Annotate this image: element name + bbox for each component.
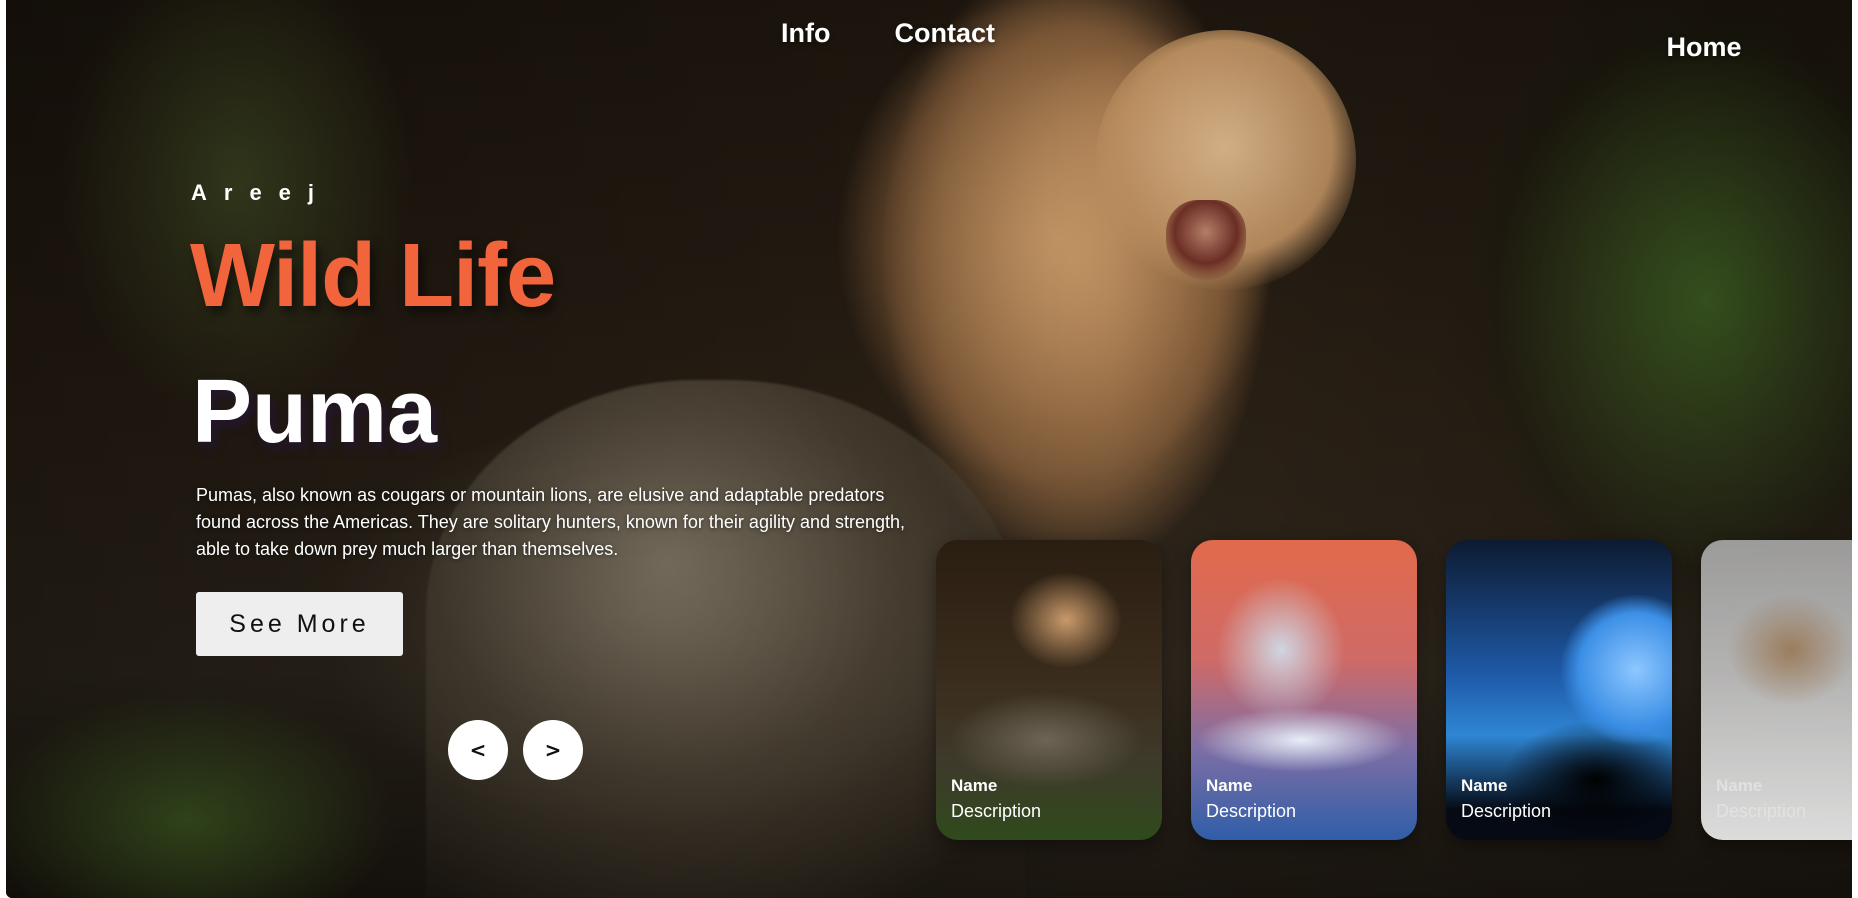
hero-title: Wild Life [190, 226, 556, 326]
hero-topic: Puma [192, 362, 438, 462]
card-name: Name [1461, 776, 1508, 795]
card-name: Name [1716, 776, 1763, 795]
card-label: Name Description [1716, 774, 1806, 824]
thumbnail-card-gray-wolf[interactable]: Name Description [1701, 540, 1852, 840]
top-nav: Home Info Contact [781, 18, 1742, 62]
hero-description: Pumas, also known as cougars or mountain… [196, 485, 906, 559]
thumbnail-card-snow-leopard[interactable]: Name Description [1191, 540, 1417, 840]
card-label: Name Description [1206, 774, 1296, 824]
hero-background: Home Info Contact Areej Wild Life Puma P… [6, 0, 1852, 898]
chevron-left-icon: < [469, 738, 487, 762]
prev-slide-button[interactable]: < [448, 720, 508, 780]
card-label: Name Description [1461, 774, 1551, 824]
thumbnail-card-puma[interactable]: Name Description [936, 540, 1162, 840]
card-name: Name [1206, 776, 1253, 795]
card-description: Description [1206, 801, 1297, 821]
card-label: Name Description [951, 774, 1041, 824]
card-description: Description [951, 801, 1042, 821]
card-name: Name [951, 776, 998, 795]
see-more-button[interactable]: See More [196, 592, 403, 656]
next-slide-button[interactable]: > [523, 720, 583, 780]
thumbnail-card-howling-wolf[interactable]: Name Description [1446, 540, 1672, 840]
card-description: Description [1461, 801, 1552, 821]
nav-home-link[interactable]: Home [781, 32, 1852, 63]
card-description: Description [1716, 801, 1807, 821]
chevron-right-icon: > [544, 738, 562, 762]
author-label: Areej [191, 180, 332, 205]
